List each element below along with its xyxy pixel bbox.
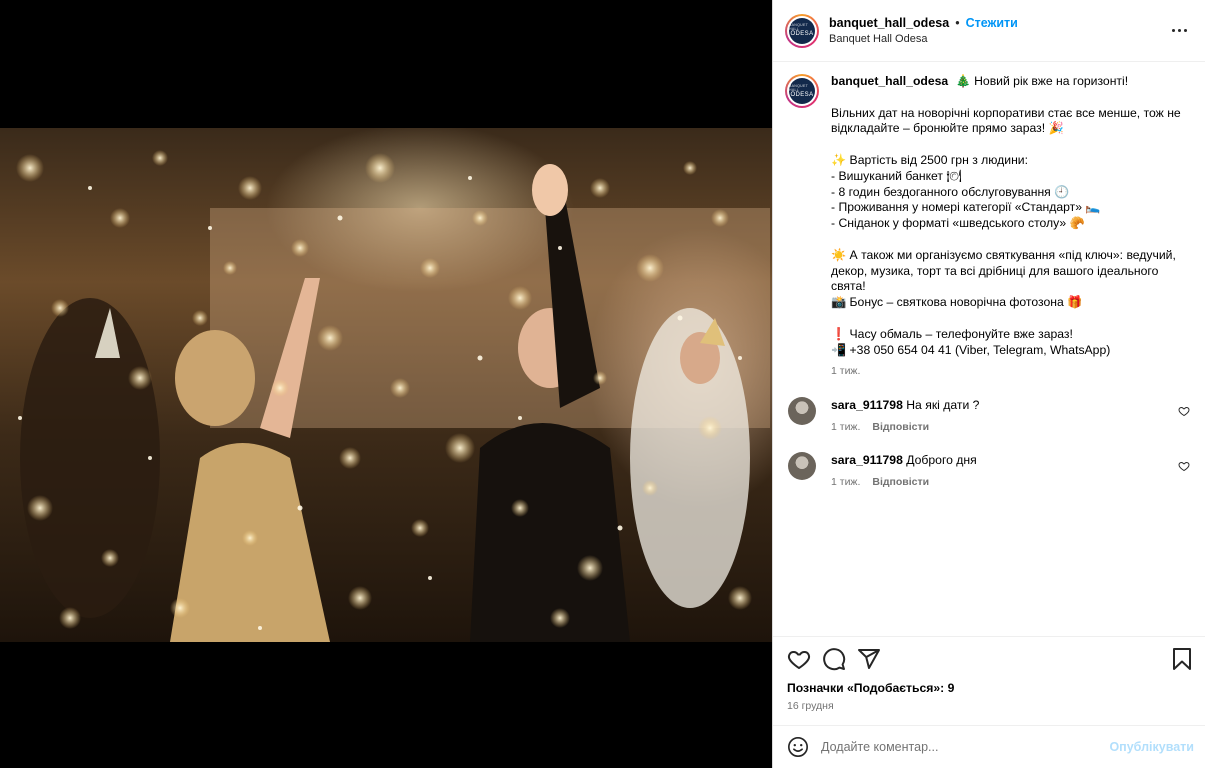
more-options-icon[interactable] xyxy=(1167,19,1191,43)
comment-icon[interactable] xyxy=(822,647,846,671)
bookmark-icon[interactable] xyxy=(1170,647,1194,671)
comment-time[interactable]: 1 тиж. xyxy=(831,421,860,433)
caption-avatar[interactable]: BANQUET HALL ODESA xyxy=(785,74,819,108)
caption-line: ☀️ А також ми організуємо святкування «п… xyxy=(831,247,1180,294)
post-photo xyxy=(0,128,772,642)
comments-list[interactable]: BANQUET HALL ODESA banquet_hall_odesa 🎄 … xyxy=(773,62,1205,636)
comment-text: На які дати ? xyxy=(906,398,980,413)
emoji-icon[interactable] xyxy=(787,736,809,758)
caption-line: Вільних дат на новорічні корпоративи ста… xyxy=(831,105,1185,136)
commenter-avatar[interactable] xyxy=(788,397,816,426)
comment-like-heart-icon[interactable] xyxy=(1178,460,1190,472)
post-actions: Позначки «Подобається»: 9 16 грудня xyxy=(773,636,1205,712)
caption-line: - 8 годин бездоганного обслуговування 🕘 xyxy=(831,184,1070,199)
post-date[interactable]: 16 грудня xyxy=(787,700,1194,712)
post-side-panel: BANQUET HALL ODESA banquet_hall_odesa • … xyxy=(772,0,1205,768)
caption-username[interactable]: banquet_hall_odesa xyxy=(831,74,948,88)
separator-dot: • xyxy=(955,16,960,30)
heart-icon[interactable] xyxy=(787,647,811,671)
comment-item: sara_911798 Доброго дня 1 тиж. Відповісти xyxy=(785,452,1192,490)
caption-line: ❗ Часу обмаль – телефонуйте вже зараз! xyxy=(831,326,1073,341)
account-username[interactable]: banquet_hall_odesa xyxy=(829,16,949,30)
caption-line: ✨ Вартість від 2500 грн з людини: xyxy=(831,152,1028,167)
account-avatar[interactable]: BANQUET HALL ODESA xyxy=(785,13,819,48)
caption-time[interactable]: 1 тиж. xyxy=(831,365,860,377)
commenter-avatar[interactable] xyxy=(788,452,816,481)
reply-button[interactable]: Відповісти xyxy=(872,421,929,433)
caption-line: - Вишуканий банкет 🍽 xyxy=(831,168,962,183)
location-link[interactable]: Banquet Hall Odesa xyxy=(829,33,1167,45)
publish-button[interactable]: Опублікувати xyxy=(1109,740,1194,754)
post-media xyxy=(0,0,772,768)
caption-line: 📲 +38 050 654 04 41 (Viber, Telegram, Wh… xyxy=(831,342,1111,357)
share-icon[interactable] xyxy=(857,647,881,671)
follow-button[interactable]: Стежити xyxy=(966,16,1018,30)
caption-line: 🎄 Новий рік вже на горизонті! xyxy=(955,74,1129,88)
caption-line: 📸 Бонус – святкова новорічна фотозона 🎁 xyxy=(831,295,1083,310)
post-header: BANQUET HALL ODESA banquet_hall_odesa • … xyxy=(773,0,1205,62)
reply-button[interactable]: Відповісти xyxy=(872,476,929,488)
comment-text: Доброго дня xyxy=(906,453,977,468)
post-dialog: BANQUET HALL ODESA banquet_hall_odesa • … xyxy=(0,0,1205,768)
caption-line: - Сніданок у форматі «шведського столу» … xyxy=(831,216,1085,231)
comment-item: sara_911798 На які дати ? 1 тиж. Відповіс… xyxy=(785,397,1192,435)
add-comment-bar: Опублікувати xyxy=(773,725,1205,768)
comment-input[interactable] xyxy=(821,740,1110,754)
commenter-username[interactable]: sara_911798 xyxy=(831,453,903,467)
confetti-photo-illustration xyxy=(16,150,770,642)
post-caption: BANQUET HALL ODESA banquet_hall_odesa 🎄 … xyxy=(785,74,1192,380)
account-logo: BANQUET HALL ODESA xyxy=(789,17,815,44)
comment-time[interactable]: 1 тиж. xyxy=(831,476,860,488)
commenter-username[interactable]: sara_911798 xyxy=(831,398,903,412)
caption-line: - Проживання у номері категорії «Стандар… xyxy=(831,200,1101,215)
likes-count[interactable]: Позначки «Подобається»: 9 xyxy=(787,681,1194,695)
comment-like-heart-icon[interactable] xyxy=(1178,405,1190,417)
